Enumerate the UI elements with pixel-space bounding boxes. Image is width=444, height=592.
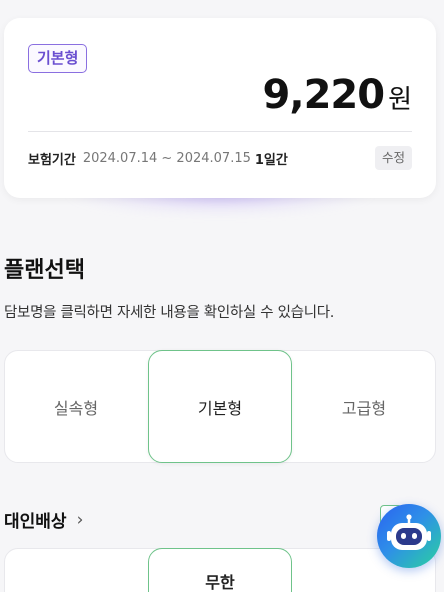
- period-range: 2024.07.14 ~ 2024.07.15: [82, 151, 251, 166]
- period-label: 보험기간: [28, 153, 76, 168]
- plan-option-standard[interactable]: 기본형: [148, 350, 292, 463]
- price-value: 9,220: [262, 72, 386, 118]
- price-currency: 원: [388, 85, 412, 115]
- page: 기본형 9,220 원 보험기간 2024.07.14 ~ 2024.07.15…: [0, 0, 444, 592]
- chevron-right-icon: ›: [76, 509, 84, 530]
- coverage-option-label: 무한: [205, 573, 235, 592]
- coverage-title[interactable]: 대인배상 ›: [4, 507, 84, 533]
- plan-badge: 기본형: [28, 44, 88, 73]
- coverage-title-label: 대인배상: [4, 512, 67, 532]
- period-days: 1일간: [254, 153, 288, 168]
- insurance-period: 보험기간 2024.07.14 ~ 2024.07.15 1일간: [28, 149, 288, 168]
- plan-section-description: 담보명을 클릭하면 자세한 내용을 확인하실 수 있습니다.: [4, 305, 335, 321]
- chatbot-button[interactable]: [377, 504, 441, 568]
- card-divider: [28, 131, 412, 132]
- chatbot-robot-icon: [387, 514, 431, 550]
- plan-section-title: 플랜선택: [4, 258, 85, 283]
- plan-option-basic-saver[interactable]: 실속형: [4, 350, 148, 463]
- plan-option-premium[interactable]: 고급형: [292, 350, 436, 463]
- price-row: 9,220 원: [263, 72, 412, 118]
- edit-period-button[interactable]: 수정: [374, 146, 412, 170]
- summary-card: 기본형 9,220 원 보험기간 2024.07.14 ~ 2024.07.15…: [4, 18, 436, 198]
- coverage-option-unlimited[interactable]: 무한: [148, 548, 292, 592]
